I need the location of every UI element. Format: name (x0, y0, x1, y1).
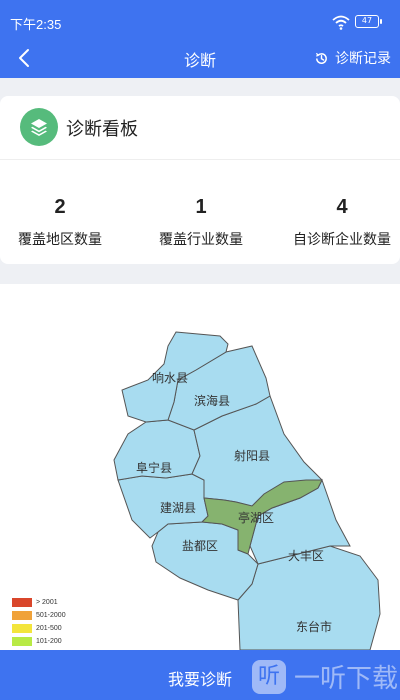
board-title: 诊断看板 (66, 119, 138, 140)
history-label: 诊断记录 (335, 51, 391, 67)
stat-value: 1 (195, 196, 207, 218)
diagnosis-board-card: 诊断看板 2 覆盖地区数量 1 覆盖行业数量 4 自诊断企业数量 (0, 96, 400, 264)
wifi-icon (332, 15, 350, 30)
map-legend: > 2001 501-2000 201-500 101-200 51-100 (12, 596, 66, 650)
legend-label: 201-500 (36, 624, 62, 632)
stat-covered-regions: 2 覆盖地区数量 (0, 196, 125, 249)
layers-icon (20, 108, 58, 146)
legend-swatch (12, 610, 32, 620)
legend-label: 501-2000 (36, 611, 66, 619)
legend-swatch (12, 597, 32, 607)
legend-swatch (12, 636, 32, 646)
map-label: 响水县 (152, 370, 188, 385)
back-arrow-icon[interactable] (14, 46, 36, 70)
map-label: 射阳县 (234, 448, 270, 463)
watermark-logo: 听 一听下载 (252, 658, 398, 695)
history-clock-icon (315, 52, 327, 64)
stat-covered-industries: 1 覆盖行业数量 (136, 196, 266, 249)
map-label: 阜宁县 (136, 460, 172, 475)
stat-value: 4 (336, 196, 348, 218)
legend-item: 501-2000 (12, 609, 66, 621)
map-label: 大丰区 (288, 549, 324, 563)
map-label: 建湖县 (160, 500, 196, 515)
stat-self-diagnosed-companies: 4 自诊断企业数量 (277, 196, 400, 249)
region-map: 响水县 滨海县 阜宁县 射阳县 建湖县 亭湖区 盐都区 大丰区 东台市 > 20… (0, 284, 400, 650)
status-bar: 下午2:35 47 (0, 0, 400, 44)
board-header: 诊断看板 (0, 96, 400, 160)
watermark-text: 一听下载 (294, 664, 399, 694)
stat-label: 覆盖行业数量 (159, 232, 243, 248)
map-label: 东台市 (296, 619, 332, 634)
legend-item: 101-200 (12, 635, 66, 647)
stat-label: 覆盖地区数量 (18, 232, 102, 248)
diagnosis-history-button[interactable]: 诊断记录 (314, 48, 391, 68)
legend-label: > 2001 (36, 598, 58, 606)
watermark-icon: 听 (252, 659, 286, 694)
map-label: 滨海县 (194, 393, 230, 408)
stat-value: 2 (54, 196, 66, 218)
start-diagnosis-button[interactable]: 我要诊断 听 一听下载 (0, 650, 400, 700)
battery-icon: 47 (355, 15, 382, 28)
stat-label: 自诊断企业数量 (293, 232, 391, 248)
nav-bar: 诊断 诊断记录 (0, 44, 400, 78)
legend-item: > 2001 (12, 596, 66, 608)
legend-swatch (12, 623, 32, 633)
legend-item: 201-500 (12, 622, 66, 634)
map-label: 亭湖区 (238, 510, 274, 525)
map-label: 盐都区 (182, 539, 218, 553)
status-time: 下午2:35 (10, 17, 62, 32)
legend-label: 101-200 (36, 637, 62, 645)
